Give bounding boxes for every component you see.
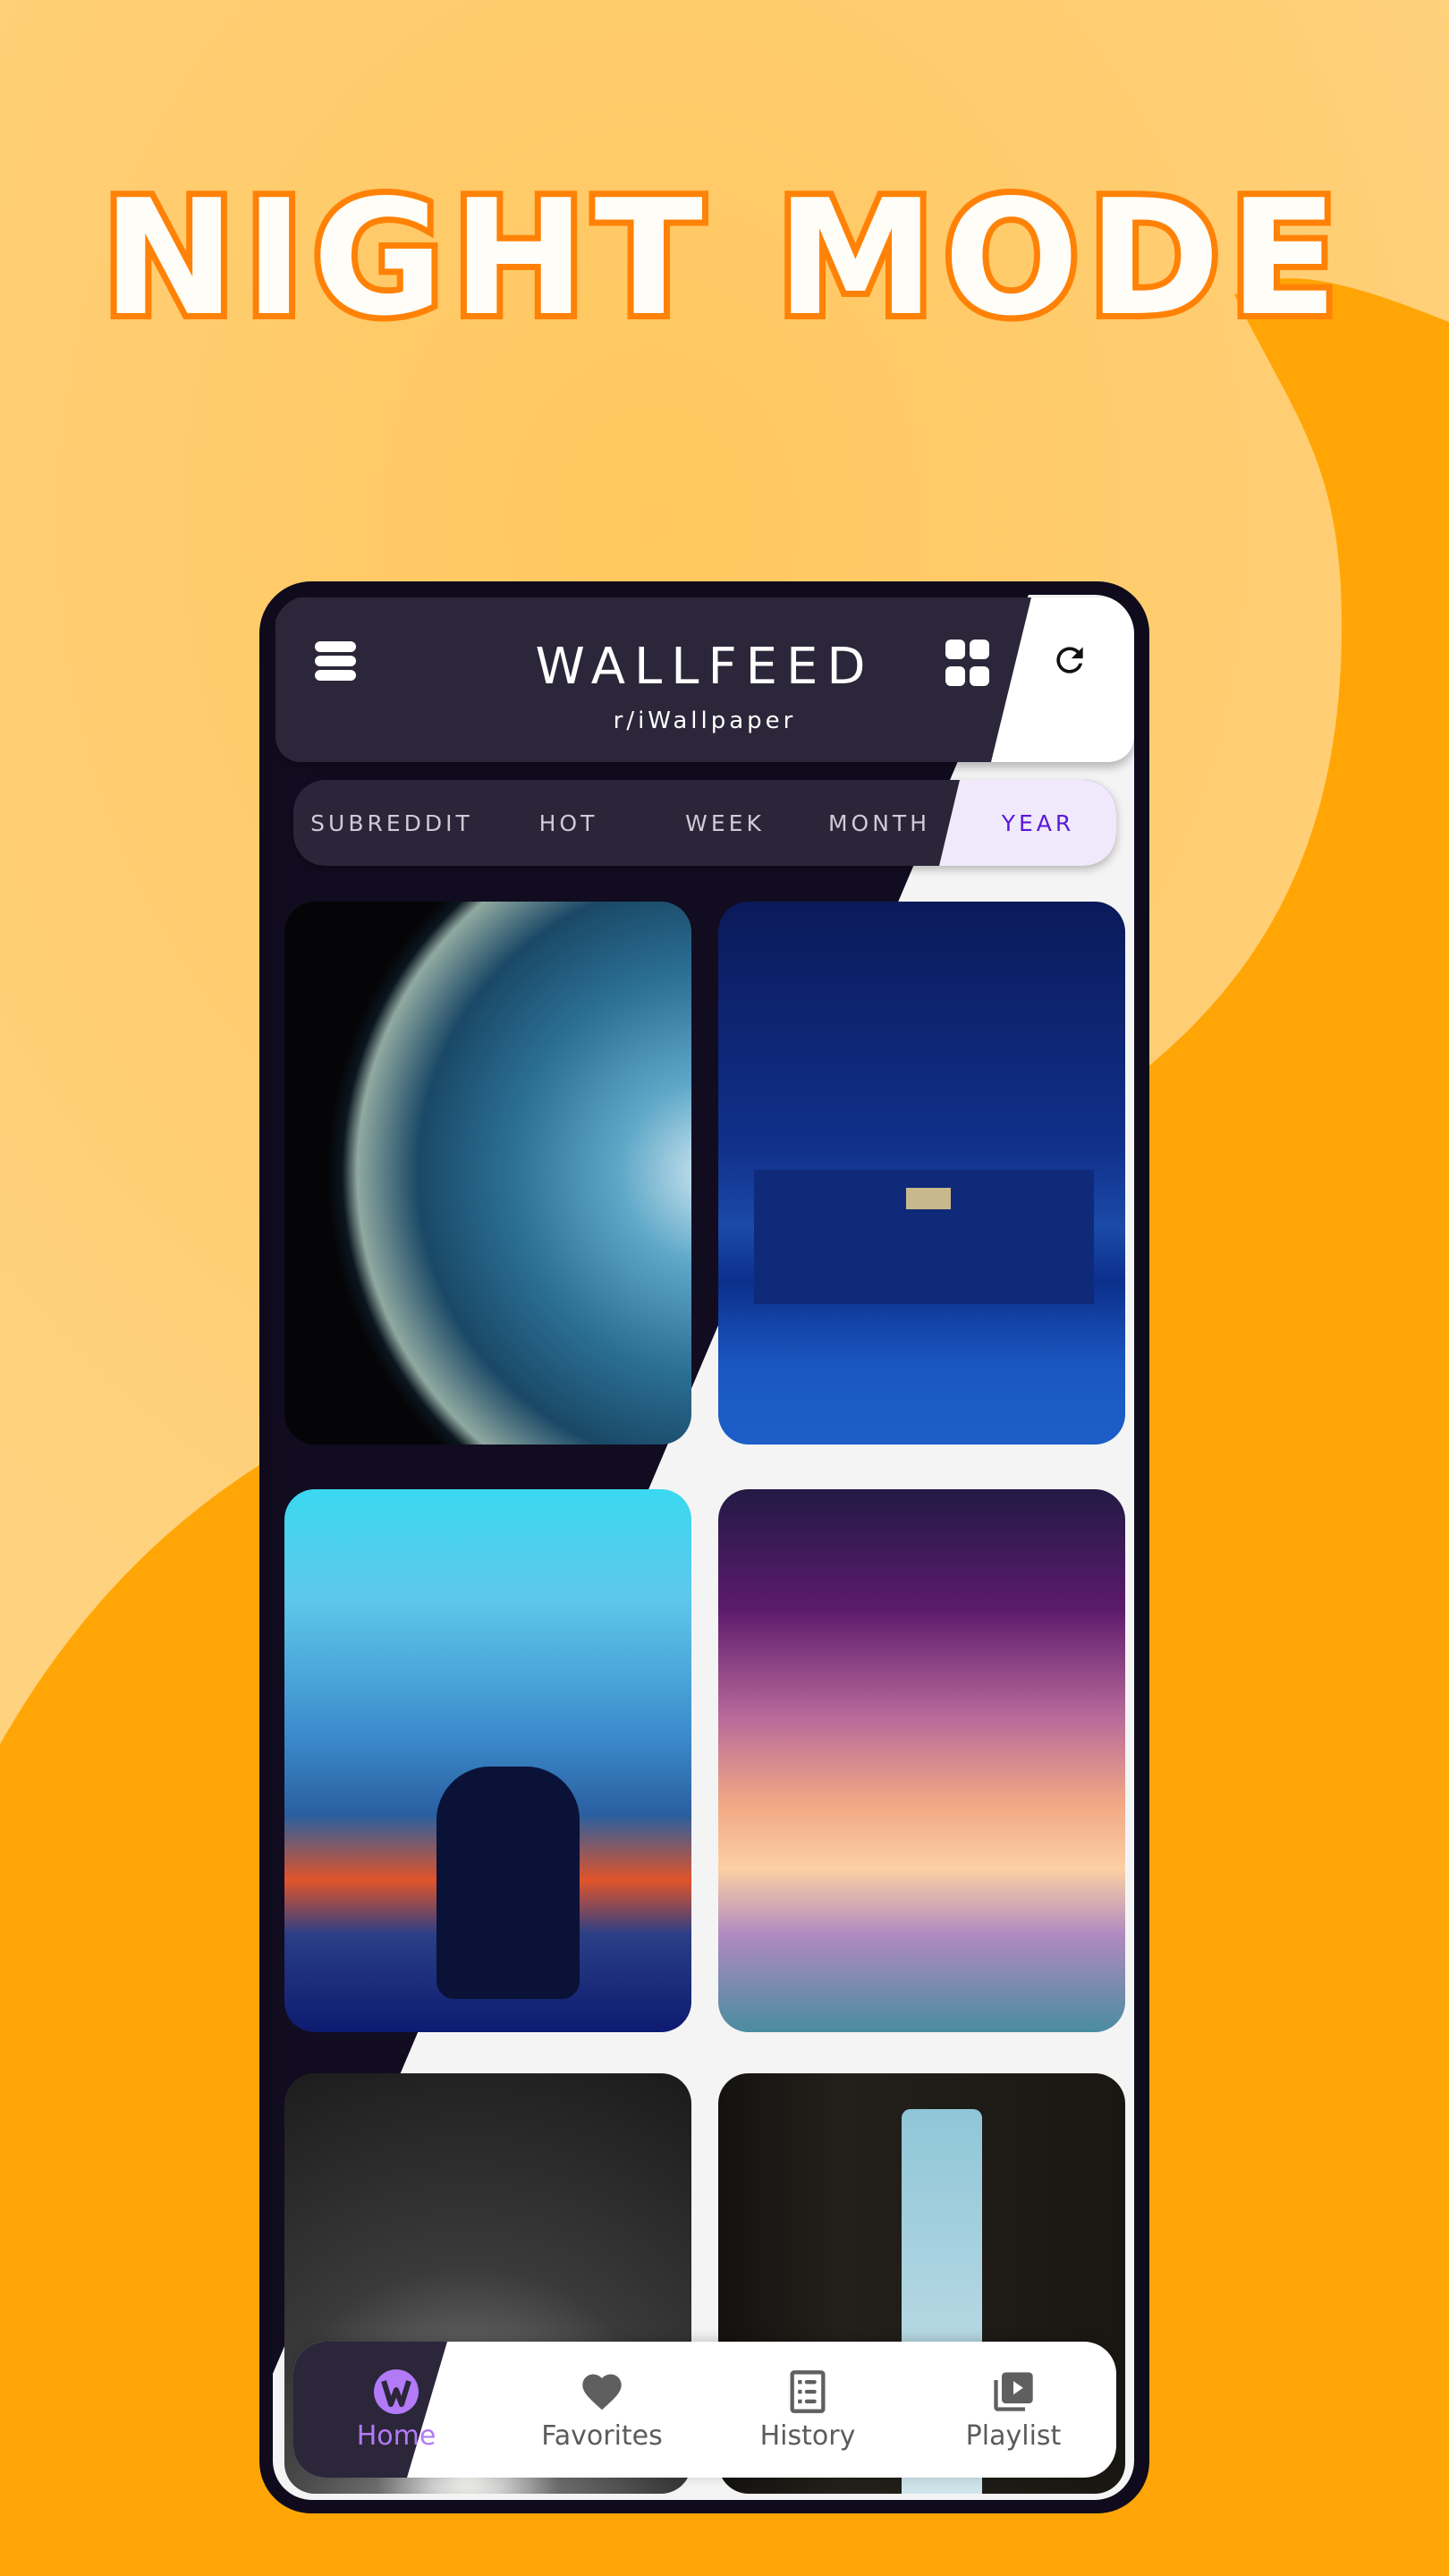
wallpaper-tile[interactable]: [718, 1489, 1125, 2032]
promo-headline: NIGHT MODE: [96, 159, 1347, 357]
app-header: WALLFEED r/iWallpaper: [275, 597, 1134, 762]
wallpaper-tile[interactable]: [718, 902, 1125, 1445]
heart-icon: [582, 2374, 622, 2410]
time-filter-tabs: SUBREDDIT HOT WEEK MONTH YEAR: [293, 780, 1116, 866]
nav-favorites[interactable]: Favorites: [499, 2342, 705, 2478]
nav-playlist-label: Playlist: [965, 2419, 1062, 2452]
app-title: WALLFEED: [535, 638, 875, 696]
refresh-icon[interactable]: [1043, 633, 1097, 687]
nav-home-label: Home: [356, 2419, 436, 2452]
list-icon: [790, 2369, 826, 2413]
wallpaper-tile[interactable]: [284, 1489, 691, 2032]
tab-year[interactable]: YEAR: [960, 780, 1116, 866]
nav-history[interactable]: History: [705, 2342, 911, 2478]
app-screen: WALLFEED r/iWallpaper SUBREDDIT HOT WEEK…: [273, 595, 1134, 2500]
grid-view-icon[interactable]: [942, 638, 992, 688]
subreddit-label[interactable]: r/iWallpaper: [275, 708, 1134, 734]
panther-silhouette: [436, 1767, 580, 1999]
playlist-play-icon: [994, 2371, 1033, 2411]
nav-favorites-label: Favorites: [541, 2419, 663, 2452]
tab-subreddit[interactable]: SUBREDDIT: [293, 780, 490, 866]
nav-history-label: History: [759, 2419, 856, 2452]
tab-month[interactable]: MONTH: [799, 780, 960, 866]
wallpaper-tile[interactable]: [284, 902, 691, 1445]
phone-frame: WALLFEED r/iWallpaper SUBREDDIT HOT WEEK…: [259, 581, 1149, 2513]
tab-hot[interactable]: HOT: [490, 780, 647, 866]
bottom-navigation: Home Favorites History Playlist: [293, 2342, 1116, 2478]
nav-home[interactable]: Home: [293, 2342, 499, 2478]
sign-moes: [906, 1188, 951, 1209]
nav-playlist[interactable]: Playlist: [911, 2342, 1116, 2478]
wallfeed-logo-icon: [374, 2368, 419, 2414]
tab-week[interactable]: WEEK: [647, 780, 803, 866]
